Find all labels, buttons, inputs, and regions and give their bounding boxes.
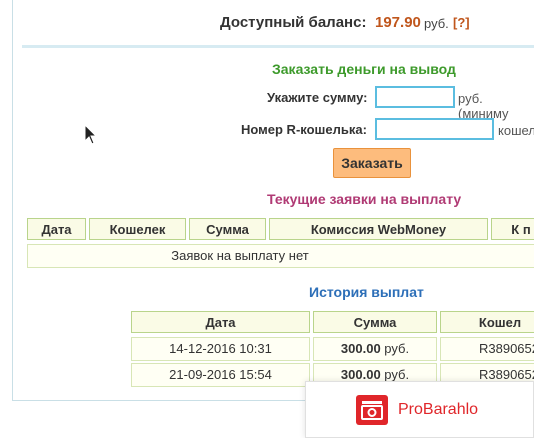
amount-value: 300.00 (340, 341, 381, 356)
probarahlo-text: ProBarahlo (398, 401, 479, 418)
balance-currency: руб. (424, 16, 449, 31)
separator (22, 45, 534, 48)
history-date: 14-12-2016 10:31 (131, 337, 310, 361)
amount-currency: руб. (384, 367, 410, 382)
probarahlo-banner[interactable]: ProBarahlo (305, 381, 534, 438)
balance-row: Доступный баланс: 197.90 руб. [?] (0, 0, 534, 44)
current-requests-title: Текущие заявки на выплату (267, 191, 462, 207)
col-wallet: Кошелек (89, 218, 186, 240)
col-commission: Комиссия WebMoney (269, 218, 488, 240)
wallet-input[interactable] (375, 118, 494, 140)
history-amount: 300.00 руб. (313, 337, 437, 361)
history-col-date: Дата (131, 311, 310, 333)
history-date: 21-09-2016 15:54 (131, 363, 310, 387)
history-title: История выплат (309, 284, 424, 300)
wallet-hint: кошел (498, 123, 534, 138)
balance-label: Доступный баланс: (220, 14, 367, 31)
empty-requests-text: Заявок на выплату нет (171, 248, 309, 263)
history-col-amount: Сумма (313, 311, 437, 333)
order-button[interactable]: Заказать (333, 148, 411, 178)
col-payout: К п (491, 218, 534, 240)
probarahlo-logo-icon (356, 395, 388, 425)
amount-label: Укажите сумму: (267, 90, 368, 105)
empty-requests-row: Заявок на выплату нет (27, 244, 534, 268)
col-date: Дата (27, 218, 86, 240)
amount-currency: руб. (384, 341, 410, 356)
wallet-label: Номер R-кошелька: (241, 122, 367, 137)
balance-amount: 197.90 (375, 14, 421, 31)
history-wallet: R3890652 (440, 337, 534, 361)
col-amount: Сумма (189, 218, 266, 240)
balance-help-link[interactable]: [?] (453, 15, 470, 30)
withdraw-title: Заказать деньги на вывод (272, 61, 456, 77)
mouse-cursor-icon (84, 124, 98, 145)
amount-input[interactable] (375, 86, 455, 108)
amount-value: 300.00 (340, 367, 381, 382)
history-col-wallet: Кошел (440, 311, 534, 333)
amount-hint: руб. (миниму (458, 91, 509, 121)
